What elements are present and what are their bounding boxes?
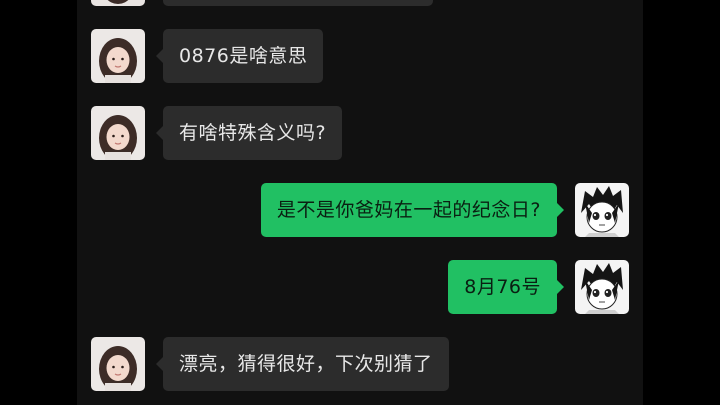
girl-photo-avatar-icon[interactable]: [91, 0, 145, 6]
message-bubble[interactable]: 有啥特殊含义吗?: [155, 106, 343, 160]
message-bubble[interactable]: 0876是啥意思: [155, 29, 324, 83]
chat-message-list[interactable]: 0876是啥意思 有啥特殊含义吗? 是不是你爸妈在一起的纪念日? 8月76号 漂…: [77, 0, 643, 405]
anime-boy-avatar-icon[interactable]: [575, 183, 629, 237]
girl-photo-avatar-icon[interactable]: [91, 337, 145, 391]
message-bubble[interactable]: 是不是你爸妈在一起的纪念日?: [260, 183, 565, 237]
message-bubble[interactable]: 漂亮，猜得很好，下次别猜了: [156, 337, 449, 391]
girl-photo-avatar-icon[interactable]: [91, 106, 145, 160]
message-bubble[interactable]: 8月76号: [448, 260, 564, 314]
anime-boy-avatar-icon[interactable]: [575, 260, 629, 314]
screen: 0876是啥意思 有啥特殊含义吗? 是不是你爸妈在一起的纪念日? 8月76号 漂…: [0, 0, 720, 405]
message-bubble[interactable]: [163, 0, 433, 6]
girl-photo-avatar-icon[interactable]: [91, 29, 145, 83]
